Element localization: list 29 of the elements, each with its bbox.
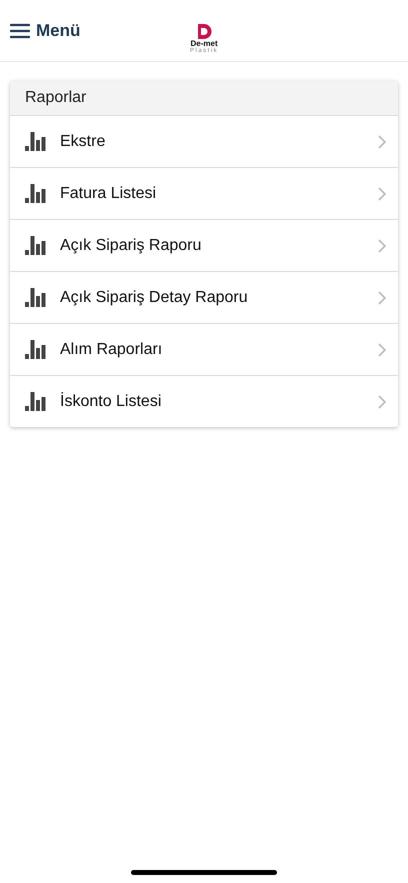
report-item[interactable]: Ekstre <box>10 115 398 167</box>
report-item[interactable]: Açık Sipariş Detay Raporu <box>10 271 398 323</box>
report-item[interactable]: Fatura Listesi <box>10 167 398 219</box>
report-item[interactable]: İskonto Listesi <box>10 375 398 427</box>
logo-name: De-met <box>190 39 218 48</box>
chevron-icon <box>378 134 386 148</box>
bar-chart-icon <box>25 236 46 255</box>
report-label: İskonto Listesi <box>60 392 162 410</box>
bar-chart-icon <box>25 392 46 411</box>
report-item[interactable]: Alım Raporları <box>10 323 398 375</box>
bar-chart-icon <box>25 288 46 307</box>
chevron-icon <box>378 186 386 200</box>
report-label: Açık Sipariş Raporu <box>60 236 202 254</box>
menu-icon <box>10 22 30 38</box>
chevron-icon <box>378 342 386 356</box>
menu-button[interactable]: Menü <box>10 16 80 44</box>
report-item[interactable]: Açık Sipariş Raporu <box>10 219 398 271</box>
bar-chart-icon <box>25 132 46 151</box>
report-label: Ekstre <box>60 132 106 150</box>
report-label: Açık Sipariş Detay Raporu <box>60 288 249 306</box>
section-title: Raporlar <box>10 81 398 115</box>
chevron-icon <box>378 290 386 304</box>
chevron-icon <box>378 238 386 252</box>
bar-chart-icon <box>25 184 46 203</box>
report-label: Fatura Listesi <box>60 184 158 202</box>
bar-chart-icon <box>25 340 46 359</box>
logo-icon <box>196 24 212 39</box>
report-label: Alım Raporları <box>60 340 164 358</box>
chevron-icon <box>378 394 386 408</box>
